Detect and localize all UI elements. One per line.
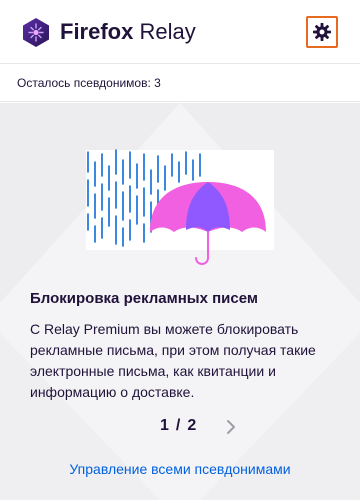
current-page: 1 [160, 417, 170, 434]
page-indicator: 1 / 2 [160, 417, 197, 435]
alias-status-bar: Осталось псевдонимов: 3 [0, 64, 360, 102]
header: Firefox Relay [0, 0, 360, 64]
product-name: Relay [139, 19, 196, 44]
manage-aliases-link[interactable]: Управление всеми псевдонимами [0, 461, 360, 477]
chevron-right-icon [227, 420, 235, 434]
app-title: Firefox Relay [60, 19, 196, 45]
tip-title: Блокировка рекламных писем [30, 290, 258, 307]
next-tip-button[interactable] [224, 418, 238, 436]
remaining-aliases-text: Осталось псевдонимов: 3 [17, 76, 161, 90]
brand-name: Firefox [60, 19, 134, 44]
umbrella-rain-illustration [86, 149, 274, 265]
gear-icon [313, 23, 331, 41]
tip-description: С Relay Premium вы можете блокировать ре… [30, 321, 316, 400]
tips-panel: Блокировка рекламных писем С Relay Premi… [0, 103, 360, 500]
relay-logo-icon [23, 18, 49, 47]
settings-button[interactable] [306, 16, 338, 48]
page-separator: / [175, 417, 182, 434]
total-pages: 2 [187, 417, 198, 434]
tip-pagination: 1 / 2 [0, 415, 360, 439]
